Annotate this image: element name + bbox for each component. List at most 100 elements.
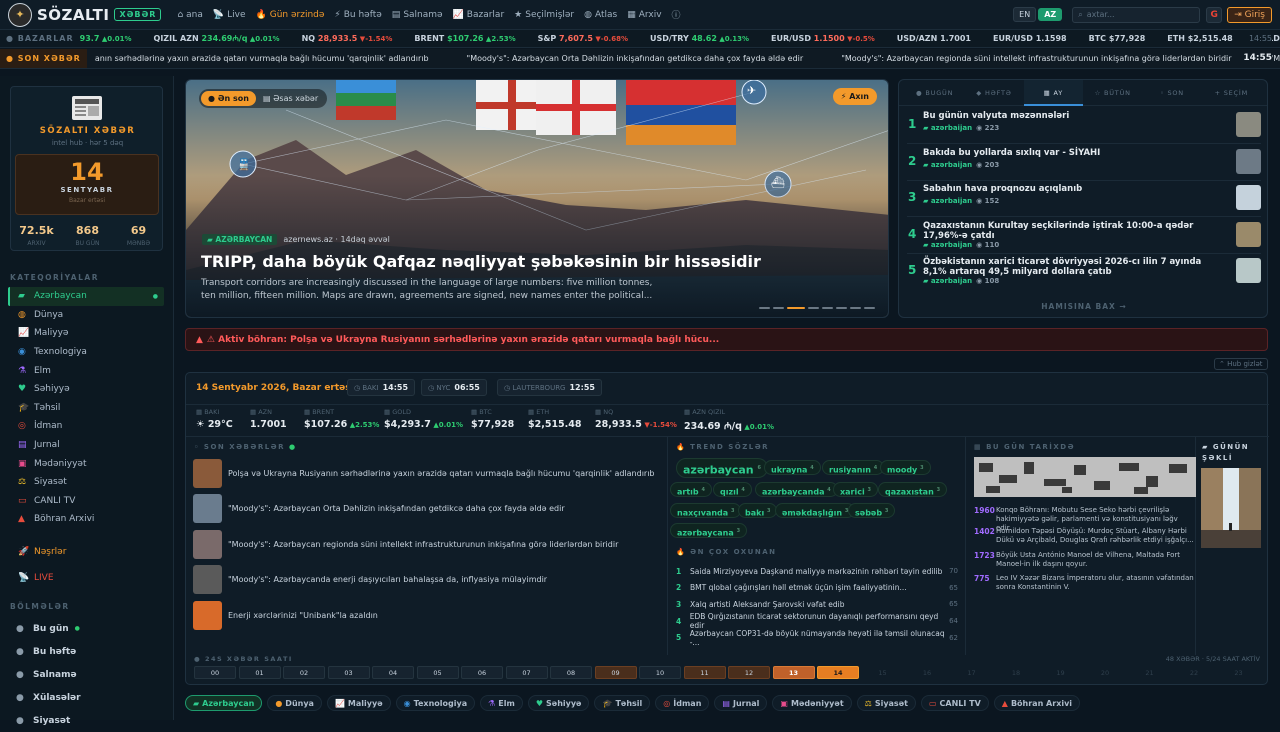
chip-mədəniyyət[interactable]: ▣ Mədəniyyət (772, 695, 852, 711)
sidebar-item-səhiyyə[interactable]: ♥ Səhiyyə (0, 380, 174, 399)
google-icon[interactable]: G (1206, 6, 1223, 23)
sidebar-item-i̇dman[interactable]: ◎ İdman (0, 417, 174, 436)
trend-tag[interactable]: moody 3 (880, 460, 931, 475)
tab-son[interactable]: ◦ SON (1142, 80, 1201, 106)
most-read-item[interactable]: 4 EDB Qırğızıstanın ticarət sektorunun da… (676, 612, 958, 630)
nav-item-arxiv[interactable]: ▦ Arxiv (627, 10, 661, 20)
news-row[interactable]: Polşa və Ukrayna Rusiyanın sərhədlərinə … (193, 457, 663, 489)
market-ticker-item[interactable]: NQ 28,933.5 ▼-1.54% (302, 34, 393, 43)
lang-az-button[interactable]: AZ (1038, 8, 1063, 21)
most-read-item[interactable]: 2 BMT qlobal çağırışları həll etmək üçün … (676, 580, 958, 596)
market-ticker-item[interactable]: BTC $77,928 (1089, 34, 1146, 43)
trend-tag[interactable]: qızıl 4 (713, 482, 752, 497)
sidebar-item-təhsil[interactable]: 🎓 Təhsil (0, 399, 174, 418)
tab-bugün[interactable]: ● BUGÜN (905, 80, 964, 106)
hero-slider[interactable]: 🚆 ⛴ ✈ ● Ən son ▤ Əsas xəbər ⚡ Axın ▰ AZƏ… (185, 79, 889, 318)
trend-tag[interactable]: ukrayna 4 (764, 460, 821, 475)
most-read-item[interactable]: 1 Saida Mirziyoyeva Daşkənd maliyyə mərkə… (676, 563, 958, 579)
see-all-link[interactable]: HAMISINA BAX → (899, 302, 1269, 311)
crisis-alert[interactable]: ▲ ⚠ Aktiv böhran: Polşa və Ukrayna Rusiya… (185, 328, 1268, 351)
chip-i̇dman[interactable]: ◎ İdman (655, 695, 710, 711)
chip-maliyyə[interactable]: 📈 Maliyyə (326, 695, 391, 711)
trend-tag[interactable]: rusiyanın 4 (822, 460, 885, 475)
hour-bar[interactable]: 11 (683, 666, 726, 679)
ticker-headline[interactable]: anın sərhədlərinə yaxın ərazidə qatarı v… (95, 54, 429, 63)
section-siyasət[interactable]: ● Siyasət (0, 709, 174, 732)
search-input[interactable]: ⌕ axtar... (1072, 6, 1201, 23)
market-ticker-item[interactable]: S&P 7,607.5 ▼-0.68% (538, 34, 628, 43)
sidebar-item-texnologiya[interactable]: ◉ Texnologiya (0, 343, 174, 362)
trend-tag[interactable]: qazaxıstan 3 (878, 482, 948, 497)
login-button[interactable]: ⇥ Giriş (1227, 6, 1272, 23)
top-news-item[interactable]: 2 Bakıda bu yollarda sıxlıq var - SİYAHI ▰… (899, 144, 1269, 181)
hide-hub-button[interactable]: ⌃ Hub gizlət (1214, 358, 1268, 370)
nav-item-ana[interactable]: ⌂ ana (177, 10, 202, 20)
chip-canli-tv[interactable]: ▭ CANLI TV (920, 695, 989, 711)
nav-item-bu-həftə[interactable]: ⚡ Bu həftə (334, 10, 381, 20)
hour-bar[interactable]: 10 (639, 666, 681, 679)
section-xülasələr[interactable]: ● Xülasələr (0, 686, 174, 709)
trend-tag[interactable]: azərbaycanda 4 (755, 482, 838, 497)
market-ticker-item[interactable]: EUR/USD 1.1500 ▼-0.5% (771, 34, 875, 43)
top-news-item[interactable]: 4 Qazaxıstanın Kurultay seçkilərində işti… (899, 217, 1269, 254)
top-news-item[interactable]: 5 Özbəkistanın xarici ticarət dövriyyəsi … (899, 253, 1269, 290)
sidebar-item-dünya[interactable]: ◍ Dünya (0, 306, 174, 325)
section-bu-həftə[interactable]: ● Bu həftə (0, 640, 174, 663)
slider-dot[interactable] (864, 307, 875, 309)
hour-bar[interactable]: 02 (283, 666, 325, 679)
chip-böhran-arxivi[interactable]: ▲ Böhran Arxivi (993, 695, 1081, 711)
market-ticker-item[interactable]: USD/AZN 1.7001 (897, 34, 971, 43)
nav-item-info[interactable]: ⓘ (672, 8, 684, 21)
nav-item-salnamə[interactable]: ▤ Salnamə (392, 10, 443, 20)
history-item[interactable]: 1723 Böyük Usta António Manoel de Vilhena… (974, 551, 1194, 569)
hour-bar[interactable]: 22 (1173, 666, 1215, 679)
tab-main-news[interactable]: ▤ Əsas xəbər (256, 91, 325, 106)
sidebar-item-nəşrlər[interactable]: 🚀 Nəşrlər (0, 539, 174, 565)
nav-item-atlas[interactable]: ◍ Atlas (584, 10, 617, 20)
section-bu-gün[interactable]: ● Bu gün ● (0, 617, 174, 640)
trend-tag[interactable]: azərbaycana 3 (670, 523, 748, 538)
ticker-headline[interactable]: "Moody's": Azərbaycan regionda süni inte… (841, 54, 1231, 63)
nav-item-gün-ərzində[interactable]: 🔥 Gün ərzində (256, 10, 325, 20)
tab-ay[interactable]: ▦ AY (1023, 79, 1083, 106)
slider-dot[interactable] (773, 307, 784, 309)
trend-tag[interactable]: azərbaycan 6 (676, 458, 768, 478)
hour-bar[interactable]: 12 (728, 666, 770, 679)
slider-dot[interactable] (850, 307, 861, 309)
ticker-headline[interactable]: "Moody's": Azərbaycan Orta Dəhlizin inki… (467, 54, 804, 63)
hour-bar[interactable]: 16 (906, 666, 948, 679)
chip-dünya[interactable]: ● Dünya (267, 695, 322, 711)
top-news-item[interactable]: 1 Bu günün valyuta məzənnələri ▰ azərbaija… (899, 107, 1269, 144)
hero-title[interactable]: TRIPP, daha böyük Qafqaz nəqliyyat şəbək… (201, 252, 881, 271)
chip-siyasət[interactable]: ⚖ Siyasət (856, 695, 916, 711)
market-ticker-item[interactable]: 93.7 ▲0.01% (80, 34, 132, 43)
chip-səhiyyə[interactable]: ♥ Səhiyyə (527, 695, 590, 711)
sidebar-item-elm[interactable]: ⚗ Elm (0, 361, 174, 380)
sidebar-item-maliyyə[interactable]: 📈 Maliyyə (0, 324, 174, 343)
trend-tag[interactable]: əməkdaşlığın 3 (775, 503, 856, 518)
chip-jurnal[interactable]: ▤ Jurnal (714, 695, 768, 711)
hour-bar[interactable]: 00 (194, 666, 236, 679)
hour-bar[interactable]: 17 (951, 666, 993, 679)
news-row[interactable]: "Moody's": Azərbaycan regionda süni inte… (193, 528, 663, 560)
logo-icon[interactable]: ✦ (8, 2, 32, 27)
sidebar-item-azərbaycan[interactable]: ▰ Azərbaycan ● (8, 287, 164, 306)
slider-dot[interactable] (787, 307, 805, 309)
trend-tag[interactable]: səbəb 3 (848, 503, 896, 518)
history-item[interactable]: 775 Leo IV Xəzər Bizans İmperatoru olur, … (974, 574, 1194, 592)
hour-bar[interactable]: 09 (594, 666, 637, 679)
chip-texnologiya[interactable]: ◉ Texnologiya (395, 695, 476, 711)
lang-en-button[interactable]: EN (1013, 7, 1037, 22)
nav-item-bazarlar[interactable]: 📈 Bazarlar (453, 10, 505, 20)
brand-name[interactable]: SÖZALTI (37, 6, 109, 24)
tab-həftə[interactable]: ◆ HƏFTƏ (964, 80, 1023, 106)
nav-item-live[interactable]: 📡 Live (213, 10, 246, 20)
stream-button[interactable]: ⚡ Axın (832, 88, 877, 105)
tab-bütün[interactable]: ☆ BÜTÜN (1083, 80, 1142, 106)
hour-bar[interactable]: 06 (461, 666, 503, 679)
hour-bar[interactable]: 01 (238, 666, 281, 679)
hour-bar[interactable]: 13 (772, 666, 815, 679)
slider-dot[interactable] (759, 307, 770, 309)
trend-tag[interactable]: naxçıvanda 3 (670, 503, 742, 518)
hour-bar[interactable]: 03 (327, 666, 370, 679)
